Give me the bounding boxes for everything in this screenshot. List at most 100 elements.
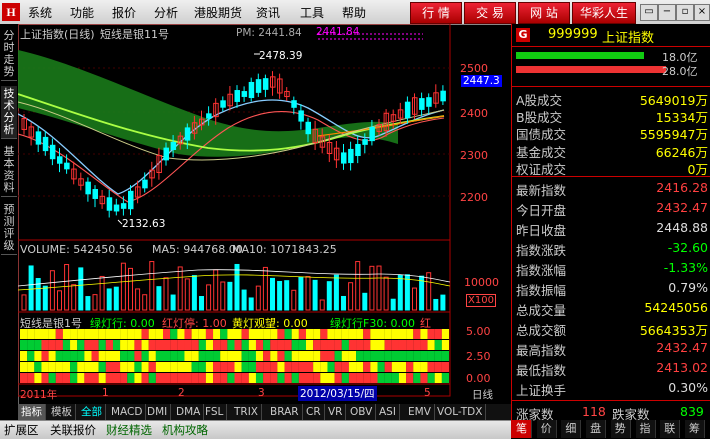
menu-help[interactable]: 帮助: [342, 4, 366, 21]
menu-hk-futures[interactable]: 港股期货: [194, 4, 242, 21]
indicator-tab[interactable]: MACD: [108, 404, 147, 420]
website-button[interactable]: 网 站: [518, 2, 570, 24]
candle-body: [298, 110, 304, 122]
panel-tab[interactable]: 势: [610, 420, 631, 438]
close-icon[interactable]: ×: [694, 4, 710, 21]
tab-technical[interactable]: 技术分析: [1, 86, 17, 139]
menu-news[interactable]: 资讯: [256, 4, 280, 21]
row-label: 最高指数: [516, 343, 567, 358]
menu-function[interactable]: 功能: [70, 4, 94, 21]
indicator-cell: [120, 373, 128, 383]
panel-tab[interactable]: 筹: [684, 420, 705, 438]
indicator-cell: [134, 340, 142, 350]
volume-bar: [85, 296, 91, 311]
row-value: 0.79%: [668, 280, 708, 295]
indicator-cell: [41, 362, 49, 372]
tab-intraday[interactable]: 分时走势: [1, 28, 17, 81]
tab-related-quote[interactable]: 关联报价: [50, 422, 96, 438]
indicator-tab[interactable]: FSL: [202, 404, 228, 420]
indicator-tab[interactable]: 模板: [48, 404, 76, 420]
indicator-cell: [313, 373, 321, 383]
indicator-cell: [398, 362, 407, 372]
indicator-cell: [77, 340, 85, 350]
panel-tab[interactable]: 价: [536, 420, 557, 438]
volume-bar: [170, 294, 176, 311]
indicator-cell: [441, 362, 450, 372]
indicator-tab[interactable]: CR: [303, 404, 325, 420]
volume-bar: [92, 294, 98, 311]
indicator-cell: [198, 362, 206, 372]
indicator-tab[interactable]: 全部: [78, 404, 106, 420]
indicator-cell: [434, 362, 442, 372]
indicator-cell: [98, 373, 106, 383]
tab-rating[interactable]: 预测评级: [1, 202, 17, 255]
index-stat-row: 昨日收盘 2448.88: [516, 220, 708, 238]
indicator-cell: [348, 340, 357, 350]
panel-tab[interactable]: 盘: [586, 420, 607, 438]
menu-bar: H 系统 功能 报价 分析 港股期货 资讯 工具 帮助 行 情 交 易 网 站 …: [0, 0, 710, 25]
tab-fundamentals[interactable]: 基本资料: [1, 144, 17, 197]
indicator-cell: [370, 340, 378, 350]
indicator-cell: [327, 373, 335, 383]
x-label-2: 2: [178, 387, 185, 399]
indicator-tab[interactable]: TRIX: [231, 404, 262, 420]
row-label: 指数振幅: [516, 283, 567, 298]
indicator-tab[interactable]: VR: [325, 404, 347, 420]
indicator-tab[interactable]: VOL-TDX: [434, 404, 487, 420]
g-badge: G: [516, 28, 530, 42]
indicator-tail: 红: [420, 317, 431, 330]
minimize-icon[interactable]: −: [658, 4, 676, 21]
indicator-tab[interactable]: EMV: [405, 404, 435, 420]
huacai-life-button[interactable]: 华彩人生: [572, 2, 636, 24]
indicator-cell: [334, 373, 342, 383]
panel-tab[interactable]: 指: [635, 420, 656, 438]
menu-tools[interactable]: 工具: [300, 4, 324, 21]
indicator-cell: [370, 362, 378, 372]
volume-bar: [305, 276, 311, 311]
maximize-icon[interactable]: ▫: [676, 4, 694, 21]
indicator-cell: [27, 373, 35, 383]
tab-finance-picks[interactable]: 财经精选: [106, 422, 152, 438]
volume-bar: [440, 294, 446, 311]
panel-tab[interactable]: 联: [660, 420, 681, 438]
indicator-tab[interactable]: OBV: [347, 404, 377, 420]
indicator-cell: [363, 362, 371, 372]
panel-tab[interactable]: 笔: [512, 420, 532, 438]
row-value: -1.33%: [663, 260, 708, 275]
volume-bar: [433, 298, 439, 311]
indicator-tab[interactable]: DMA: [173, 404, 205, 420]
indicator-tab[interactable]: ASI: [376, 404, 400, 420]
indicator-tab[interactable]: DMI: [144, 404, 172, 420]
indicator-cell: [427, 373, 435, 383]
trade-button[interactable]: 交 易: [464, 2, 516, 24]
indicator-cell: [427, 362, 435, 372]
indicator-cell: [306, 373, 314, 383]
indicator-cell: [420, 351, 428, 361]
row-label: 总成交量: [516, 303, 567, 318]
indicator-cell: [384, 351, 392, 361]
menu-analysis[interactable]: 分析: [154, 4, 178, 21]
quote-button[interactable]: 行 情: [410, 2, 462, 24]
menu-quote[interactable]: 报价: [112, 4, 136, 21]
indicator-cell: [241, 340, 249, 350]
restore-icon[interactable]: ▭: [640, 4, 658, 21]
tab-extension[interactable]: 扩展区: [4, 422, 39, 438]
tab-institution[interactable]: 机构攻略: [162, 422, 208, 438]
indicator-tab[interactable]: 指标: [18, 404, 46, 420]
indicator-tab[interactable]: BRAR: [267, 404, 303, 420]
chart-area[interactable]: 上证指数(日线) 短线是银11号 PM: 2441.84 2441.84 244…: [18, 24, 510, 414]
indicator-cell: [41, 340, 49, 350]
indicator-cell: [270, 340, 278, 350]
indicator-cell: [191, 340, 199, 350]
indicator-cell: [241, 362, 249, 372]
row-value: 54245056: [644, 300, 708, 315]
indicator-cell: [48, 362, 56, 372]
menu-system[interactable]: 系统: [28, 4, 52, 21]
panel-tab[interactable]: 细: [561, 420, 582, 438]
kline-chart[interactable]: [18, 24, 510, 404]
indicator-cell: [320, 351, 328, 361]
up-count-value: 118: [582, 404, 606, 419]
indicator-cell: [248, 362, 256, 372]
indicator-cell: [55, 373, 63, 383]
period-label[interactable]: 日线: [472, 387, 493, 402]
